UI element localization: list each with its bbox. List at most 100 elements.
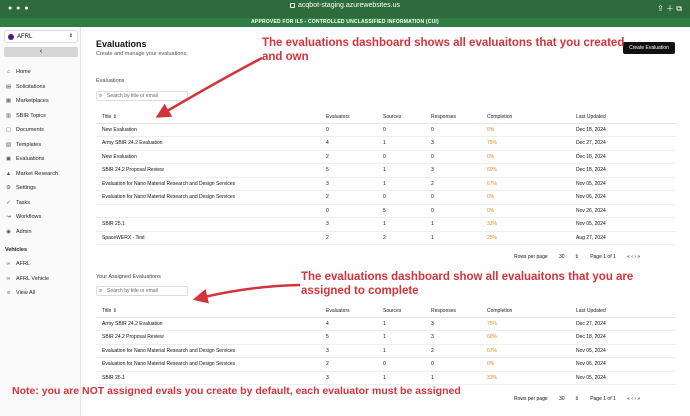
table-row[interactable]: SBIR 25.1 3 1 1 33% Nov 05, 2024 bbox=[96, 217, 676, 232]
sidebar-item-home[interactable]: ⌂ Home bbox=[5, 65, 80, 80]
file-icon: ▢ bbox=[5, 127, 12, 134]
table-row[interactable]: Evaluation for Nano Material Research an… bbox=[96, 344, 676, 358]
table-cell: 5 bbox=[326, 330, 383, 345]
column-header[interactable]: Evaluators bbox=[326, 305, 383, 318]
sidebar-item-settings[interactable]: ⚙ Settings bbox=[5, 181, 80, 196]
table-cell: 33% bbox=[487, 371, 576, 385]
table-cell: 1 bbox=[383, 371, 431, 385]
table-cell: Evaluation for Nano Material Research an… bbox=[96, 190, 326, 205]
sidebar-item-marketplaces[interactable]: ▦ Marketplaces bbox=[5, 94, 80, 109]
sidebar-item-label: Templates bbox=[16, 141, 42, 148]
column-header[interactable]: Sources bbox=[383, 111, 431, 124]
chevron-updown-icon: ⇕ bbox=[574, 396, 579, 402]
sidebar-item-label: Market Research bbox=[16, 170, 58, 177]
table-cell bbox=[96, 204, 326, 218]
sidebar-item-admin[interactable]: ◉ Admin bbox=[5, 225, 80, 240]
sidebar-item-workflows[interactable]: ↝ Workflows bbox=[5, 210, 80, 225]
table-cell: 0 bbox=[383, 123, 431, 137]
table-row[interactable]: SBIR 24.2 Proposal Review 5 1 3 60% Dec 18, 2… bbox=[96, 330, 676, 345]
table-row[interactable]: 0 5 0 0% Nov 26, 2024 bbox=[96, 204, 676, 218]
table-cell: 4 bbox=[326, 136, 383, 151]
table-row[interactable]: SBIR 25.1 3 1 1 33% Nov 05, 2024 bbox=[96, 371, 676, 385]
table-cell: 67% bbox=[487, 344, 576, 358]
table-cell: SpaceWERX - Test bbox=[96, 231, 326, 245]
pagination-arrows-icon[interactable]: « ‹ › » bbox=[627, 254, 640, 260]
table-row[interactable]: New Evaluation 2 0 0 0% Dec 18, 2024 bbox=[96, 150, 676, 164]
table-cell: Army SBIR 24.2 Evaluation bbox=[96, 136, 326, 151]
rows-per-page-select[interactable]: 30 bbox=[559, 396, 565, 402]
document-icon: ▤ bbox=[5, 83, 12, 90]
column-header[interactable]: Last Updated bbox=[576, 111, 676, 124]
chart-icon: ▲ bbox=[5, 170, 12, 177]
table-cell: 3 bbox=[431, 163, 487, 178]
table-row[interactable]: Evaluation for Nano Material Research an… bbox=[96, 357, 676, 372]
sidebar-item-afrl-vehicle[interactable]: ∞ AFRL Vehicle bbox=[5, 272, 80, 287]
table-cell: Nov 06, 2024 bbox=[576, 190, 676, 205]
table-row[interactable]: SpaceWERX - Test 2 2 1 25% Aug 27, 2024 bbox=[96, 231, 676, 245]
table-cell: Nov 05, 2024 bbox=[576, 344, 676, 358]
sidebar-item-label: Tasks bbox=[16, 199, 31, 206]
table-cell: 0 bbox=[326, 204, 383, 218]
annotation-assigned: The evaluations dashboard show all evalu… bbox=[301, 271, 634, 297]
sidebar-item-tasks[interactable]: ✓ Tasks bbox=[5, 196, 80, 211]
sidebar-item-sbir-topics[interactable]: ▥ SBIR Topics bbox=[5, 109, 80, 124]
table-cell: Evaluation for Nano Material Research an… bbox=[96, 177, 326, 191]
table-cell: Dec 27, 2024 bbox=[576, 317, 676, 331]
table-cell: SBIR 24.2 Proposal Review bbox=[96, 163, 326, 178]
table-row[interactable]: Army SBIR 24.2 Evaluation 4 1 3 75% Dec 27, 2… bbox=[96, 317, 676, 331]
table-cell: 1 bbox=[431, 371, 487, 385]
sidebar-item-documents[interactable]: ▢ Documents bbox=[5, 123, 80, 138]
rows-per-page-select[interactable]: 30 bbox=[559, 254, 565, 260]
table-cell: 2 bbox=[326, 231, 383, 245]
column-header[interactable]: Completion bbox=[487, 305, 576, 318]
assigned-search-input[interactable]: ⌕ Search by title or email bbox=[96, 286, 188, 296]
table-cell: Nov 05, 2024 bbox=[576, 217, 676, 232]
sort-icon[interactable]: ⇕ bbox=[111, 308, 117, 314]
address-bar[interactable]: acqbot-staging.azurewebsites.us bbox=[0, 2, 690, 9]
column-header[interactable]: Title ⇕ bbox=[96, 305, 326, 318]
table-cell: 1 bbox=[383, 344, 431, 358]
table-row[interactable]: Evaluation for Nano Material Research an… bbox=[96, 190, 676, 205]
column-header[interactable]: Sources bbox=[383, 305, 431, 318]
sidebar-item-evaluations[interactable]: ▣ Evaluations bbox=[5, 152, 80, 167]
table-row[interactable]: SBIR 24.2 Proposal Review 5 1 3 60% Dec 18, 2… bbox=[96, 163, 676, 178]
chevron-left-icon: ‹ bbox=[39, 48, 43, 55]
table-cell: 75% bbox=[487, 317, 576, 331]
collapse-sidebar-button[interactable]: ‹ bbox=[4, 47, 78, 57]
link-icon: ∞ bbox=[6, 261, 11, 268]
column-header[interactable]: Responses bbox=[431, 305, 487, 318]
column-header[interactable]: Responses bbox=[431, 111, 487, 124]
table-cell: 2 bbox=[431, 177, 487, 191]
sidebar-item-view-all[interactable]: ≡ View All bbox=[5, 286, 80, 301]
column-header[interactable]: Last Updated bbox=[576, 305, 676, 318]
sidebar-item-label: Workflows bbox=[16, 214, 42, 221]
sidebar-item-solicitations[interactable]: ▤ Solicitations bbox=[5, 80, 80, 95]
table-row[interactable]: Evaluation for Nano Material Research an… bbox=[96, 177, 676, 191]
vehicles-section-label: Vehicles bbox=[5, 247, 28, 253]
column-header[interactable]: Evaluators bbox=[326, 111, 383, 124]
evaluations-pagination: Rows per page 30 ⇕ Page 1 of 1 « ‹ › » bbox=[514, 254, 641, 260]
sort-icon[interactable]: ⇕ bbox=[111, 114, 117, 120]
column-header[interactable]: Completion bbox=[487, 111, 576, 124]
pagination-arrows-icon[interactable]: « ‹ › » bbox=[627, 396, 640, 402]
table-cell: SBIR 25.1 bbox=[96, 371, 326, 385]
table-row[interactable]: New Evaluation 0 0 0 0% Dec 18, 2024 bbox=[96, 123, 676, 137]
column-header[interactable]: Title ⇕ bbox=[96, 111, 326, 124]
sidebar-item-market-research[interactable]: ▲ Market Research bbox=[5, 167, 80, 182]
evaluations-search-input[interactable]: ⌕ Search by title or email bbox=[96, 91, 188, 101]
assigned-table: Title ⇕ Evaluators Sources Responses Complet… bbox=[96, 305, 676, 385]
org-switcher[interactable]: AFRL ⇕ bbox=[4, 30, 78, 43]
table-cell: 2 bbox=[326, 150, 383, 164]
chevron-updown-icon: ⇕ bbox=[574, 254, 579, 260]
table-row[interactable]: Army SBIR 24.2 Evaluation 4 1 3 75% Dec 27, 2… bbox=[96, 136, 676, 151]
sidebar-item-label: SBIR Topics bbox=[16, 112, 46, 119]
table-cell: 3 bbox=[326, 177, 383, 191]
sidebar-item-templates[interactable]: ▧ Templates bbox=[5, 138, 80, 153]
table-cell: 0% bbox=[487, 123, 576, 137]
table-cell: Nov 05, 2024 bbox=[576, 371, 676, 385]
link-icon: ∞ bbox=[6, 275, 11, 282]
store-icon: ▦ bbox=[5, 98, 12, 105]
table-cell: 0 bbox=[431, 123, 487, 137]
share-icon[interactable]: ⇪ ＋ ⧉ bbox=[657, 3, 682, 14]
sidebar-item-afrl[interactable]: ∞ AFRL bbox=[5, 257, 80, 272]
